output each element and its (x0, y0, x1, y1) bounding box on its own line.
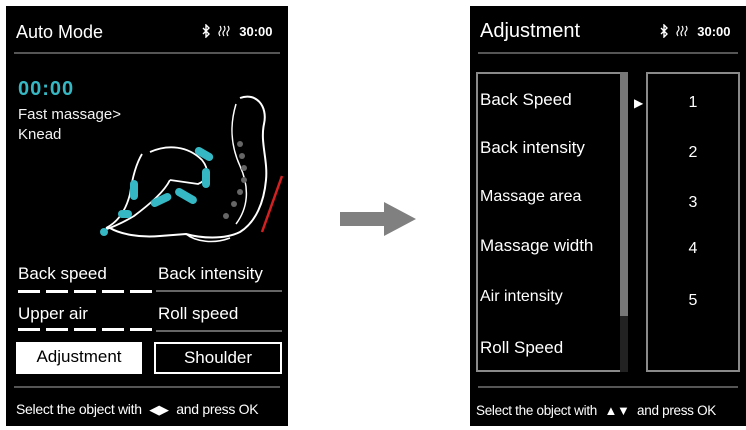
up-down-arrows-icon: ▲▼ (604, 403, 630, 418)
footer-hint: Select the object with ▲▼ and press OK (476, 403, 716, 418)
massage-chair-illustration (100, 95, 284, 243)
footer-text-after: and press OK (637, 403, 716, 418)
bluetooth-icon (202, 23, 210, 39)
footer-text-before: Select the object with (16, 401, 142, 417)
value-back-intensity: 2 (688, 144, 698, 161)
back-intensity-underline (156, 290, 282, 292)
header-divider (478, 52, 738, 54)
selection-pointer-icon: ▶ (634, 96, 644, 110)
adjustment-screen: Adjustment 30:00 Back Speed Back intensi… (470, 6, 746, 426)
value-massage-area: 3 (688, 194, 698, 211)
screen-title: Auto Mode (16, 22, 104, 42)
value-massage-width: 4 (688, 240, 698, 257)
footer-divider (478, 386, 738, 388)
remaining-time: 30:00 (697, 24, 731, 39)
adjustment-button[interactable]: Adjustment (16, 342, 142, 374)
adjustment-list (476, 72, 626, 372)
option-back-intensity[interactable]: Back intensity (158, 264, 263, 284)
list-item-roll-speed[interactable]: Roll Speed (480, 338, 563, 358)
roll-speed-underline (156, 330, 282, 332)
screen-title: Adjustment (480, 20, 581, 42)
scrollbar-thumb[interactable] (620, 72, 628, 316)
heat-wave-icon (676, 25, 688, 37)
list-item-massage-width[interactable]: Massage width (480, 236, 593, 256)
option-back-speed[interactable]: Back speed (18, 264, 107, 284)
auto-mode-screen: Auto Mode 30:00 00:00 Fast massage> Knea… (6, 6, 288, 426)
back-speed-level (18, 290, 158, 293)
option-upper-air[interactable]: Upper air (18, 304, 88, 324)
list-item-air-intensity[interactable]: Air intensity (480, 288, 563, 306)
footer-divider (14, 386, 280, 388)
list-item-back-speed[interactable]: Back Speed (480, 90, 572, 110)
footer-text-after: and press OK (176, 401, 259, 417)
value-back-speed: 1 (688, 94, 698, 111)
right-arrow-icon (340, 202, 416, 236)
status-bar: Auto Mode 30:00 (6, 6, 288, 54)
footer-hint: Select the object with ◀▶ and press OK (16, 401, 259, 418)
list-item-back-intensity[interactable]: Back intensity (480, 138, 585, 158)
shoulder-button[interactable]: Shoulder (154, 342, 282, 374)
elapsed-timer: 00:00 (18, 78, 75, 100)
footer-text-before: Select the object with (476, 403, 597, 418)
list-scrollbar[interactable] (620, 72, 628, 372)
remaining-time: 30:00 (239, 24, 273, 39)
status-icons: 30:00 (660, 23, 731, 39)
option-roll-speed[interactable]: Roll speed (158, 304, 238, 324)
header-divider (14, 52, 280, 54)
status-bar: Adjustment 30:00 (470, 6, 746, 54)
value-air-intensity: 5 (688, 292, 698, 309)
upper-air-level (18, 328, 158, 331)
status-icons: 30:00 (202, 23, 273, 39)
list-item-massage-area[interactable]: Massage area (480, 188, 581, 206)
left-right-arrows-icon: ◀▶ (149, 402, 169, 417)
bluetooth-icon (660, 23, 668, 39)
value-list: 1 2 3 4 5 (646, 72, 740, 372)
program-technique: Knead (18, 126, 62, 143)
heat-wave-icon (218, 25, 230, 37)
